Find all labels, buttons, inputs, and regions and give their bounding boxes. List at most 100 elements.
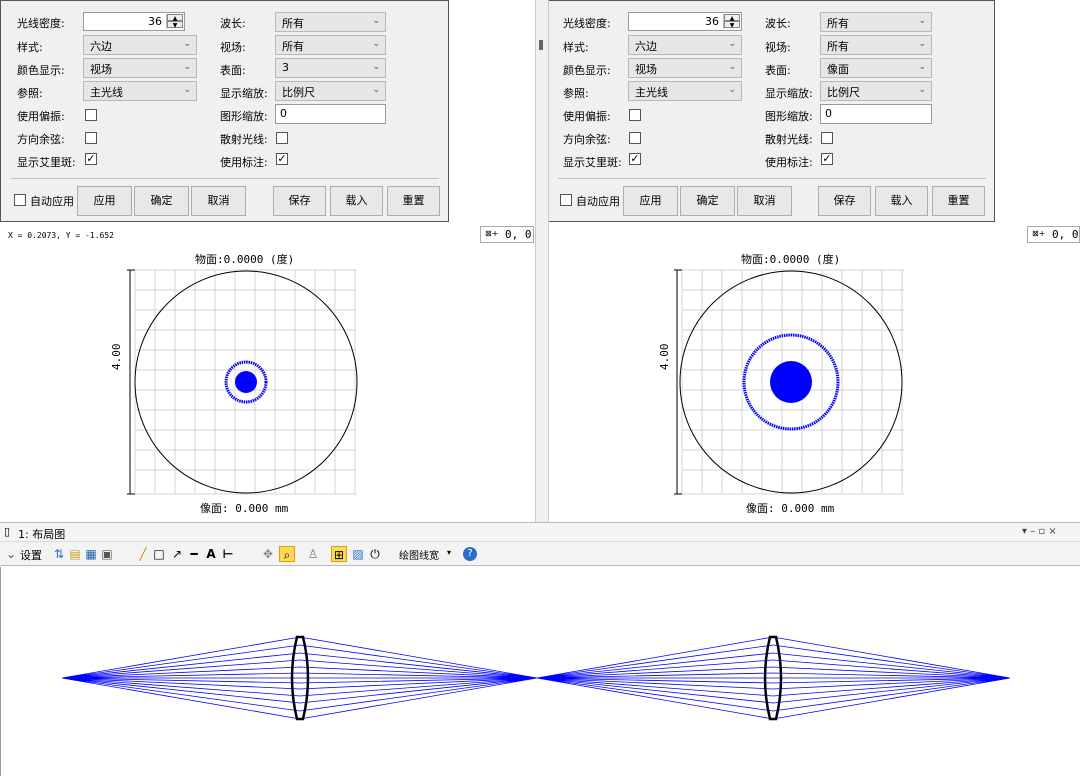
scale-label: 4.00: [110, 343, 123, 371]
style-label: 样式:: [563, 41, 589, 54]
spin-down-icon[interactable]: ▼: [724, 21, 740, 29]
spin-up-icon[interactable]: ▲: [167, 14, 183, 22]
wavelength-value: 所有: [827, 17, 849, 30]
ray-density-label: 光线密度:: [17, 17, 65, 30]
rectangle-icon[interactable]: □: [152, 546, 166, 562]
airy-checkbox[interactable]: ✓: [629, 153, 641, 165]
text-icon[interactable]: A: [204, 546, 218, 562]
apply-button[interactable]: 应用: [623, 186, 678, 216]
ray-density-spinner[interactable]: 36 ▲ ▼: [83, 12, 185, 31]
polarization-checkbox[interactable]: [629, 109, 641, 121]
cursor-readout: X = 0.2073, Y = -1.652: [8, 231, 114, 240]
auto-apply-checkbox[interactable]: [560, 194, 572, 206]
scatter-checkbox[interactable]: [276, 132, 288, 144]
wavelength-dropdown[interactable]: 所有 ⌄: [275, 12, 386, 32]
scatter-label: 散射光线:: [765, 133, 813, 146]
plot-scale-value: 0: [825, 107, 832, 120]
direction-cosine-checkbox[interactable]: [629, 132, 641, 144]
surface-value: 3: [282, 61, 289, 74]
chevron-down-icon: ⌄: [728, 39, 736, 49]
scatter-checkbox[interactable]: [821, 132, 833, 144]
save-button[interactable]: 保存: [273, 186, 326, 216]
scale-dropdown[interactable]: 比例尺 ⌄: [820, 81, 932, 101]
lock-icon[interactable]: ♙: [306, 546, 320, 562]
polarization-label: 使用偏振:: [563, 110, 611, 123]
copy-icon[interactable]: ▤: [68, 546, 82, 562]
polarization-checkbox[interactable]: [85, 109, 97, 121]
line-width-dropdown[interactable]: 绘图线宽: [399, 547, 439, 562]
save-icon[interactable]: ▦: [84, 546, 98, 562]
print-icon[interactable]: ▣: [100, 546, 114, 562]
ok-button[interactable]: 确定: [680, 186, 735, 216]
ray-density-spinner[interactable]: 36 ▲ ▼: [628, 12, 742, 31]
grid-icon[interactable]: ⊞: [331, 546, 347, 562]
window-controls[interactable]: ▾ – ▫ ×: [1022, 526, 1057, 537]
field-dropdown[interactable]: 所有 ⌄: [820, 35, 932, 55]
scale-bar: [127, 269, 135, 495]
apply-button[interactable]: 应用: [77, 186, 132, 216]
style-dropdown[interactable]: 六边 ⌄: [628, 35, 742, 55]
spin-down-icon[interactable]: ▼: [167, 21, 183, 29]
field-label: 视场:: [220, 41, 246, 54]
left-settings-panel: 光线密度: 36 ▲ ▼ 样式: 六边 ⌄ 颜色显示: 视场 ⌄ 参照: 主光线 ⌄ 使…: [0, 0, 449, 222]
wavelength-dropdown[interactable]: 所有 ⌄: [820, 12, 932, 32]
chevron-down-icon: ⌄: [372, 85, 380, 95]
annotation-checkbox[interactable]: ✓: [276, 153, 288, 165]
chevron-down-icon: ⌄: [728, 62, 736, 72]
layout-window-title: 1: 布局图: [18, 528, 66, 541]
cancel-button[interactable]: 取消: [191, 186, 246, 216]
ref-dropdown[interactable]: 主光线 ⌄: [83, 81, 197, 101]
airy-checkbox[interactable]: ✓: [85, 153, 97, 165]
surface-dropdown[interactable]: 像面 ⌄: [820, 58, 932, 78]
color-dropdown[interactable]: 视场 ⌄: [83, 58, 197, 78]
auto-apply-checkbox[interactable]: [14, 194, 26, 206]
image-label: 像面: 0.000 mm: [746, 502, 835, 515]
direction-cosine-checkbox[interactable]: [85, 132, 97, 144]
help-icon[interactable]: ?: [463, 547, 477, 561]
image-label: 像面: 0.000 mm: [200, 502, 289, 515]
pan-icon[interactable]: ✥: [261, 546, 275, 562]
pencil-icon[interactable]: ╱: [136, 546, 150, 562]
divider: [558, 178, 986, 179]
plot-scale-input[interactable]: 0: [820, 104, 932, 124]
divider: [11, 178, 439, 179]
chevron-down-icon[interactable]: ▾: [447, 548, 451, 557]
window-state-icon[interactable]: ▯: [4, 525, 10, 538]
spinner-arrows[interactable]: ▲ ▼: [723, 14, 740, 29]
color-dropdown[interactable]: 视场 ⌄: [628, 58, 742, 78]
cancel-button[interactable]: 取消: [737, 186, 792, 216]
load-button[interactable]: 载入: [875, 186, 928, 216]
surface-dropdown[interactable]: 3 ⌄: [275, 58, 386, 78]
vertical-scrollbar[interactable]: [535, 0, 549, 522]
style-dropdown[interactable]: 六边 ⌄: [83, 35, 197, 55]
line-icon[interactable]: ━: [187, 546, 201, 562]
settings-button[interactable]: 设置: [20, 547, 42, 563]
arrow-icon[interactable]: ↗: [170, 546, 184, 562]
ref-dropdown[interactable]: 主光线 ⌄: [628, 81, 742, 101]
annotation-checkbox[interactable]: ✓: [821, 153, 833, 165]
left-ray-fan: [61, 636, 538, 720]
reset-button[interactable]: 重置: [387, 186, 440, 216]
chevron-down-icon: ⌄: [728, 85, 736, 95]
zoom-icon[interactable]: ⌕: [279, 546, 295, 562]
field-value: 所有: [827, 40, 849, 53]
refresh-icon[interactable]: ⇅: [52, 546, 66, 562]
spin-up-icon[interactable]: ▲: [724, 14, 740, 22]
spinner-arrows[interactable]: ▲ ▼: [166, 14, 183, 29]
dimension-icon[interactable]: ⊢: [221, 546, 235, 562]
load-button[interactable]: 载入: [330, 186, 383, 216]
reset-button[interactable]: 重置: [932, 186, 985, 216]
collapse-icon[interactable]: ⌄: [4, 546, 18, 562]
field-dropdown[interactable]: 所有 ⌄: [275, 35, 386, 55]
style-value: 六边: [635, 40, 657, 53]
window-icon[interactable]: ▨: [351, 546, 365, 562]
ok-button[interactable]: 确定: [134, 186, 189, 216]
layout-title-bar: ▯ 1: 布局图 ▾ – ▫ ×: [0, 522, 1080, 542]
wavelength-value: 所有: [282, 17, 304, 30]
ref-value: 主光线: [90, 86, 123, 99]
save-button[interactable]: 保存: [818, 186, 871, 216]
scale-dropdown[interactable]: 比例尺 ⌄: [275, 81, 386, 101]
power-icon[interactable]: ⏻: [368, 546, 382, 562]
plot-scale-input[interactable]: 0: [275, 104, 386, 124]
ref-value: 主光线: [635, 86, 668, 99]
